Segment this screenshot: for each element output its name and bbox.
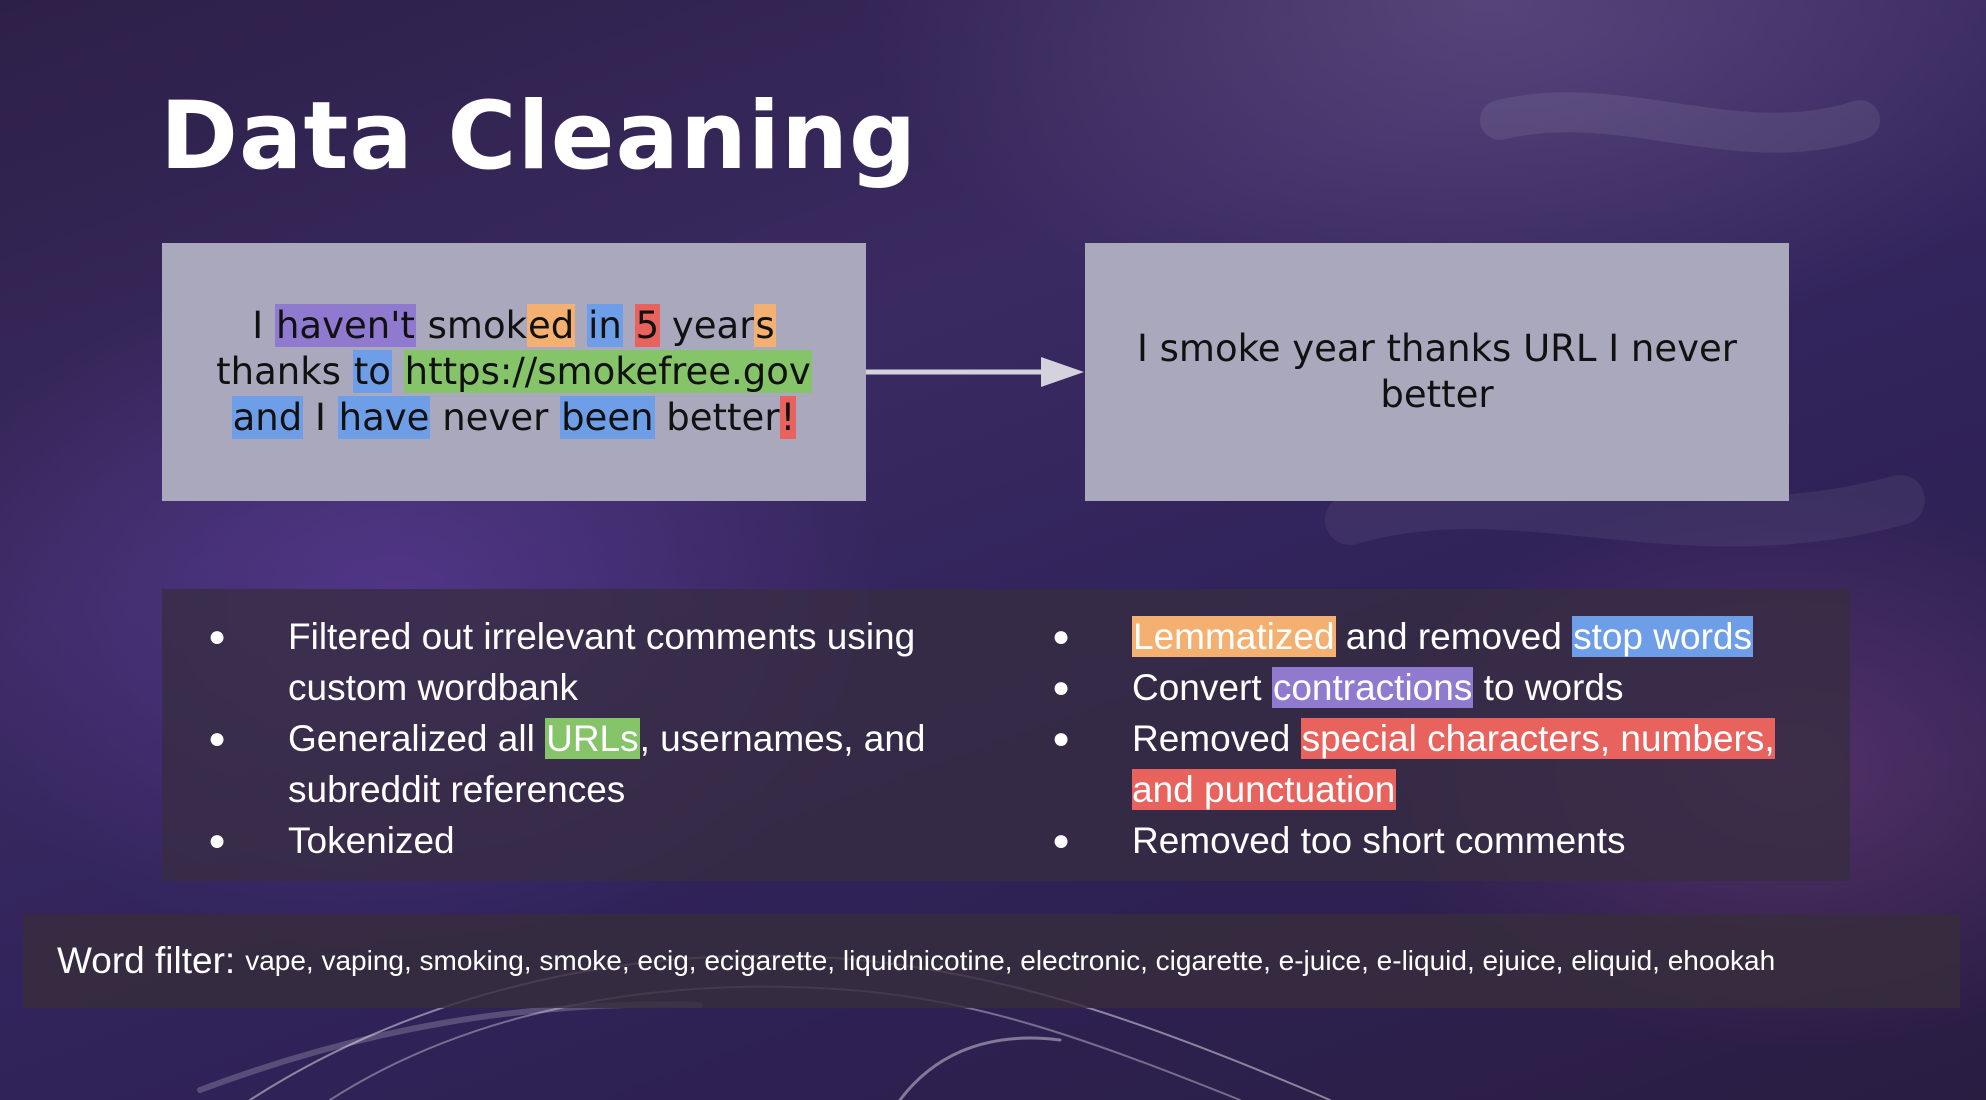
contraction-highlight: haven't xyxy=(274,304,416,347)
word-filter-bar: Word filter: vape, vaping, smoking, smok… xyxy=(23,914,1960,1008)
stopword-highlight: have xyxy=(337,396,431,439)
bullet-icon: ● xyxy=(1051,722,1071,755)
word: thanks xyxy=(216,350,353,393)
cleaning-steps-panel: ● Filtered out irrelevant comments using… xyxy=(162,589,1850,881)
bullet-icon: ● xyxy=(207,722,227,755)
steps-list-left: ● Filtered out irrelevant comments using… xyxy=(202,611,962,866)
stopword-highlight: and xyxy=(231,396,304,439)
bullet-icon: ● xyxy=(207,824,227,857)
lemmatized-highlight: Lemmatized xyxy=(1132,616,1336,657)
step-text: Removed too short comments xyxy=(1132,820,1626,861)
number-highlight: 5 xyxy=(634,304,661,347)
list-item: ● Removed special characters, numbers, a… xyxy=(1046,713,1826,815)
word: better xyxy=(654,396,780,439)
step-text: Tokenized xyxy=(288,820,455,861)
list-item: ● Tokenized xyxy=(202,815,962,866)
word xyxy=(575,304,587,347)
list-item: ● Lemmatized and removed stop words xyxy=(1046,611,1826,662)
stopword-highlight: in xyxy=(587,304,623,347)
list-item: ● Generalized all URLs, usernames, and s… xyxy=(202,713,962,815)
suffix-highlight: s xyxy=(754,304,776,347)
word: I xyxy=(303,396,338,439)
step-text: Convert xyxy=(1132,667,1272,708)
original-line-1: I haven't smoked in 5 years xyxy=(216,303,812,349)
step-text: and removed xyxy=(1335,616,1573,657)
original-line-2: thanks to https://smokefree.gov xyxy=(216,349,812,395)
punctuation-highlight: ! xyxy=(779,396,797,439)
step-text: to words xyxy=(1473,667,1624,708)
cleaned-comment-box: I smoke year thanks URL I never better xyxy=(1085,243,1789,501)
arrow-right-icon xyxy=(866,357,1084,387)
word: never xyxy=(430,396,561,439)
word: I xyxy=(252,304,275,347)
stopword-highlight: stop words xyxy=(1572,616,1753,657)
step-text: Generalized all xyxy=(288,718,546,759)
word xyxy=(623,304,635,347)
bullet-icon: ● xyxy=(207,620,227,653)
url-highlight: https://smokefree.gov xyxy=(403,350,812,393)
step-text: Filtered out irrelevant comments using c… xyxy=(288,616,916,708)
original-comment-text: I haven't smoked in 5 years thanks to ht… xyxy=(216,303,812,441)
list-item: ● Convert contractions to words xyxy=(1046,662,1826,713)
step-text: Removed xyxy=(1132,718,1301,759)
original-comment-box: I haven't smoked in 5 years thanks to ht… xyxy=(162,243,866,501)
word xyxy=(392,350,404,393)
contraction-highlight: contractions xyxy=(1271,667,1474,708)
word: year xyxy=(660,304,755,347)
cleaned-comment-text: I smoke year thanks URL I never better xyxy=(1136,327,1738,416)
slide-title: Data Cleaning xyxy=(160,82,918,191)
list-item: ● Removed too short comments xyxy=(1046,815,1826,866)
word: smok xyxy=(415,304,528,347)
list-item: ● Filtered out irrelevant comments using… xyxy=(202,611,962,713)
url-highlight: URLs xyxy=(545,718,640,759)
stopword-highlight: to xyxy=(352,350,392,393)
stopword-highlight: been xyxy=(560,396,655,439)
suffix-highlight: ed xyxy=(527,304,576,347)
original-line-3: and I have never been better! xyxy=(216,395,812,441)
bullet-icon: ● xyxy=(1051,620,1071,653)
word-filter-label: Word filter: xyxy=(57,940,236,981)
steps-list-right: ● Lemmatized and removed stop words ● Co… xyxy=(1046,611,1826,866)
bullet-icon: ● xyxy=(1051,824,1071,857)
word-filter-list: vape, vaping, smoking, smoke, ecig, ecig… xyxy=(245,945,1776,976)
bullet-icon: ● xyxy=(1051,671,1071,704)
